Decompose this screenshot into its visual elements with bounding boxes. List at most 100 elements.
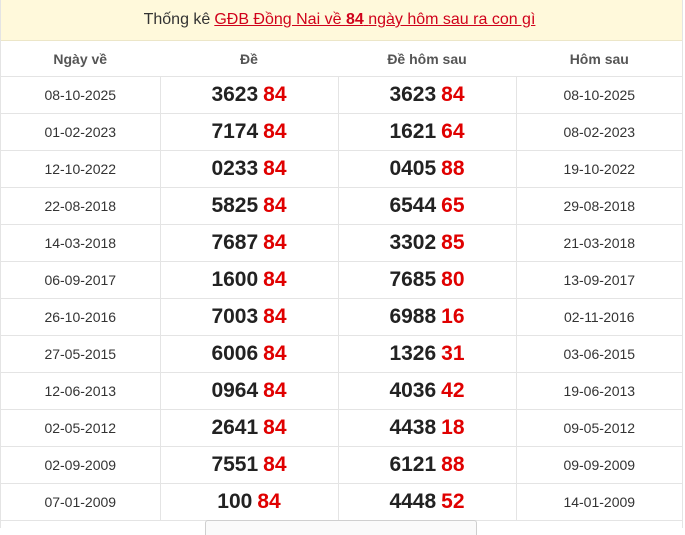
next-de-cell: 1621 64 [337,113,516,151]
de-tail: 84 [263,83,287,106]
next-de-head: 7685 [389,268,437,291]
table-row: 06-09-2017 1600 84 7685 80 13-09-2017 [1,261,682,299]
title-link-after: ngày hôm sau ra con gì [368,11,536,28]
next-de-head: 4036 [389,379,437,402]
de-tail: 84 [263,342,287,365]
title-link[interactable]: GĐB Đồng Nai về 84 ngày hôm sau ra con g… [214,11,535,29]
table-row: 01-02-2023 7174 84 1621 64 08-02-2023 [1,113,682,151]
de-tail: 84 [263,120,287,143]
next-de-head: 6988 [389,305,437,328]
date-cell: 08-10-2025 [1,76,160,114]
next-de-head: 1326 [389,342,437,365]
table-row: 02-05-2012 2641 84 4438 18 09-05-2012 [1,409,682,447]
next-de-cell: 6988 16 [337,298,516,336]
date-cell: 14-03-2018 [1,224,160,262]
header-date: Ngày về [1,41,160,77]
table-row: 14-03-2018 7687 84 3302 85 21-03-2018 [1,224,682,262]
de-head: 7687 [211,231,259,254]
de-cell: 7174 84 [159,113,338,151]
de-head: 7003 [211,305,259,328]
next-de-head: 3302 [389,231,437,254]
next-de-cell: 4448 52 [337,483,516,521]
next-de-head: 6121 [389,453,437,476]
de-head: 0964 [211,379,259,402]
de-cell: 2641 84 [159,409,338,447]
next-de-tail: 18 [441,416,465,439]
title-link-before: GĐB Đồng Nai về [214,11,342,28]
next-date-cell: 08-10-2025 [515,76,682,114]
next-de-tail: 52 [441,490,465,513]
date-cell: 06-09-2017 [1,261,160,299]
next-de-cell: 4438 18 [337,409,516,447]
next-de-tail: 88 [441,453,465,476]
next-de-tail: 88 [441,157,465,180]
table-header-row: Ngày về Đề Đề hôm sau Hôm sau [1,41,682,77]
next-date-cell: 14-01-2009 [515,483,682,521]
next-date-cell: 08-02-2023 [515,113,682,151]
de-cell: 5825 84 [159,187,338,225]
table-row: 02-09-2009 7551 84 6121 88 09-09-2009 [1,446,682,484]
de-cell: 1600 84 [159,261,338,299]
next-de-cell: 0405 88 [337,150,516,188]
de-cell: 3623 84 [159,76,338,114]
results-table: Ngày về Đề Đề hôm sau Hôm sau 08-10-2025… [1,41,682,521]
date-cell: 07-01-2009 [1,483,160,521]
de-tail: 84 [263,268,287,291]
date-cell: 12-06-2013 [1,372,160,410]
de-cell: 7003 84 [159,298,338,336]
header-de: Đề [159,41,338,77]
de-head: 6006 [211,342,259,365]
title-prefix: Thống kê [143,11,211,28]
table-row: 22-08-2018 5825 84 6544 65 29-08-2018 [1,187,682,225]
table-row: 12-10-2022 0233 84 0405 88 19-10-2022 [1,150,682,188]
de-cell: 7551 84 [159,446,338,484]
next-date-cell: 09-05-2012 [515,409,682,447]
next-de-head: 4438 [389,416,437,439]
de-cell: 0964 84 [159,372,338,410]
header-next-de: Đề hôm sau [337,41,516,77]
de-cell: 100 84 [159,483,338,521]
de-tail: 84 [263,157,287,180]
next-date-cell: 02-11-2016 [515,298,682,336]
next-date-cell: 19-06-2013 [515,372,682,410]
de-tail: 84 [257,490,281,513]
title-bar: Thống kê GĐB Đồng Nai về 84 ngày hôm sau… [1,0,682,41]
de-cell: 0233 84 [159,150,338,188]
next-de-head: 3623 [389,83,437,106]
de-head: 5825 [211,194,259,217]
de-head: 7174 [211,120,259,143]
date-cell: 22-08-2018 [1,187,160,225]
next-date-cell: 13-09-2017 [515,261,682,299]
de-cell: 7687 84 [159,224,338,262]
date-cell: 27-05-2015 [1,335,160,373]
next-de-cell: 6121 88 [337,446,516,484]
de-head: 100 [217,490,253,513]
next-de-cell: 3302 85 [337,224,516,262]
date-cell: 26-10-2016 [1,298,160,336]
de-tail: 84 [263,231,287,254]
next-date-cell: 21-03-2018 [515,224,682,262]
next-de-cell: 6544 65 [337,187,516,225]
date-cell: 02-09-2009 [1,446,160,484]
date-cell: 02-05-2012 [1,409,160,447]
next-de-head: 6544 [389,194,437,217]
de-head: 1600 [211,268,259,291]
de-head: 3623 [211,83,259,106]
de-tail: 84 [263,194,287,217]
next-date-cell: 03-06-2015 [515,335,682,373]
next-date-cell: 09-09-2009 [515,446,682,484]
de-tail: 84 [263,305,287,328]
table-row: 08-10-2025 3623 84 3623 84 08-10-2025 [1,76,682,114]
next-de-cell: 3623 84 [337,76,516,114]
table-row: 12-06-2013 0964 84 4036 42 19-06-2013 [1,372,682,410]
next-date-cell: 19-10-2022 [515,150,682,188]
table-row: 26-10-2016 7003 84 6988 16 02-11-2016 [1,298,682,336]
next-de-cell: 7685 80 [337,261,516,299]
de-cell: 6006 84 [159,335,338,373]
next-de-tail: 80 [441,268,465,291]
de-tail: 84 [263,453,287,476]
next-de-cell: 1326 31 [337,335,516,373]
next-de-tail: 65 [441,194,465,217]
next-de-head: 1621 [389,120,437,143]
de-head: 2641 [211,416,259,439]
